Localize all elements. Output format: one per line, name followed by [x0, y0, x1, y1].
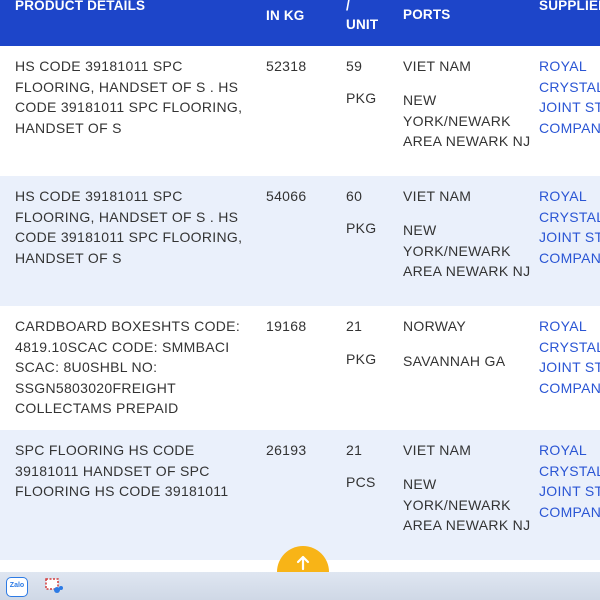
- supplier-link[interactable]: ROYAL CRYSTAL JOINT STO COMPAN: [539, 56, 600, 138]
- weight-cell: 26193: [266, 442, 307, 458]
- supplier-link[interactable]: ROYAL CRYSTAL JOINT STO COMPAN: [539, 186, 600, 268]
- supplier-link[interactable]: ROYAL CRYSTAL JOINT STO COMPAN: [539, 440, 600, 522]
- quantity-cell: 60: [346, 188, 363, 204]
- origin-port-cell: VIET NAM: [403, 442, 472, 458]
- zalo-icon[interactable]: Zalo: [6, 577, 28, 597]
- quantity-cell: 59: [346, 58, 363, 74]
- table-row[interactable]: HS CODE 39181011 SPC FLOORING, HANDSET O…: [0, 176, 600, 306]
- quantity-cell: 21: [346, 318, 363, 334]
- destination-port-cell: NEW YORK/NEWARK AREA NEWARK NJ: [403, 476, 531, 533]
- product-details-cell: HS CODE 39181011 SPC FLOORING, HANDSET O…: [15, 188, 243, 266]
- product-details-cell: HS CODE 39181011 SPC FLOORING, HANDSET O…: [15, 58, 243, 136]
- product-details-cell: SPC FLOORING HS CODE 39181011 HANDSET OF…: [15, 442, 229, 499]
- arrow-up-icon: [296, 555, 310, 571]
- table-row[interactable]: SPC FLOORING HS CODE 39181011 HANDSET OF…: [0, 430, 600, 560]
- snipping-tool-icon[interactable]: [44, 577, 64, 595]
- product-details-cell: CARDBOARD BOXESHTS CODE: 4819.10SCAC COD…: [15, 318, 241, 416]
- unit-cell: PKG: [346, 220, 377, 236]
- header-quantity-slash: /: [346, 0, 350, 13]
- taskbar: Zalo: [0, 572, 600, 600]
- destination-port-cell: NEW YORK/NEWARK AREA NEWARK NJ: [403, 222, 531, 279]
- weight-cell: 19168: [266, 318, 307, 334]
- header-product-details: PRODUCT DETAILS: [15, 0, 146, 13]
- weight-cell: 52318: [266, 58, 307, 74]
- origin-port-cell: NORWAY: [403, 318, 466, 334]
- origin-port-cell: VIET NAM: [403, 58, 472, 74]
- supplier-link[interactable]: ROYAL CRYSTAL JOINT STO COMPAN: [539, 316, 600, 398]
- quantity-cell: 21: [346, 442, 363, 458]
- table-row[interactable]: HS CODE 39181011 SPC FLOORING, HANDSET O…: [0, 46, 600, 176]
- origin-port-cell: VIET NAM: [403, 188, 472, 204]
- header-ports: PORTS: [403, 7, 451, 22]
- unit-cell: PKG: [346, 90, 377, 106]
- destination-port-cell: NEW YORK/NEWARK AREA NEWARK NJ: [403, 92, 531, 149]
- header-quantity-unit: UNIT: [346, 17, 379, 32]
- unit-cell: PKG: [346, 351, 377, 367]
- header-supplier: SUPPLIER: [539, 0, 600, 13]
- destination-port-cell: SAVANNAH GA: [403, 353, 506, 369]
- header-weight: IN KG: [266, 8, 305, 23]
- unit-cell: PCS: [346, 474, 376, 490]
- table-header: PRODUCT DETAILS IN KG / UNIT PORTS SUPPL…: [0, 0, 600, 46]
- weight-cell: 54066: [266, 188, 307, 204]
- table-row[interactable]: CARDBOARD BOXESHTS CODE: 4819.10SCAC COD…: [0, 306, 600, 430]
